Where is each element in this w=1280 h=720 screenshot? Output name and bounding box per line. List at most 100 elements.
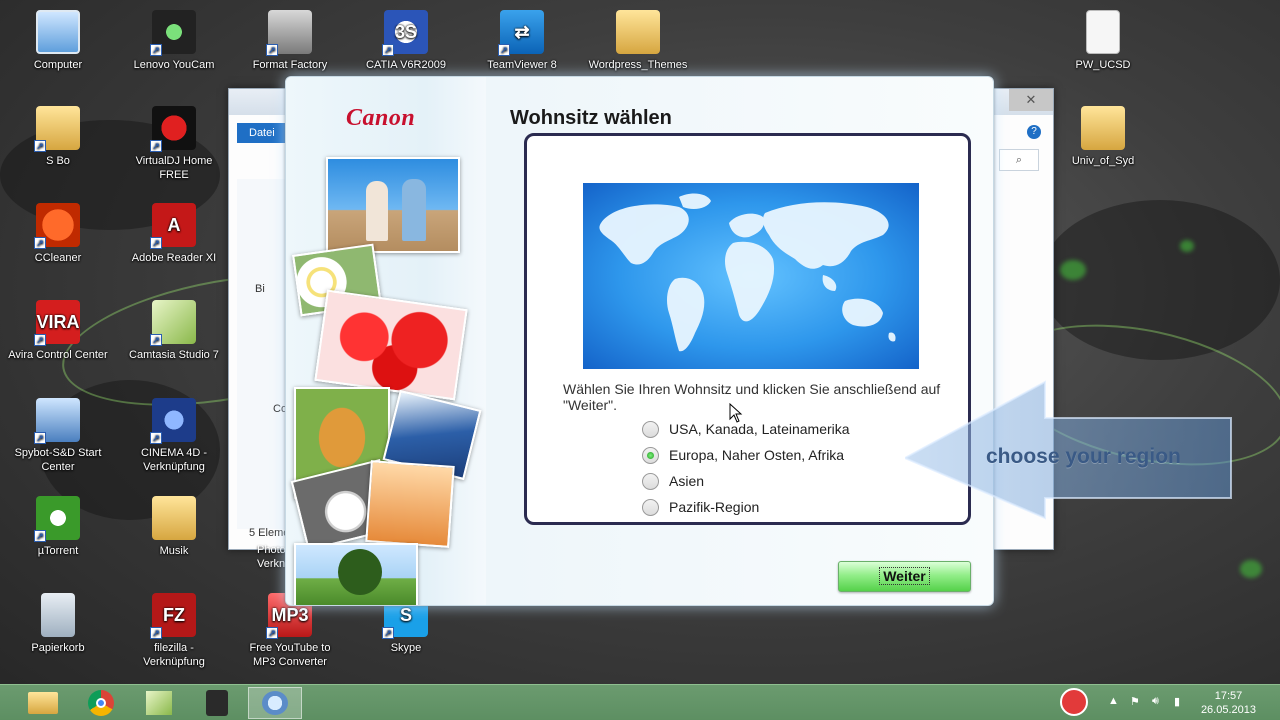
desktop-icon-adobe-reader[interactable]: A ↗ Adobe Reader XI [124,203,224,265]
page-title: Wohnsitz wählen [510,107,672,129]
desktop-icon-label: TeamViewer 8 [487,59,557,71]
partial-desktop-label: Verkn [257,558,286,570]
desktop-icon-label: Computer [33,59,83,71]
status-bar-text: 5 Eleme [249,527,290,539]
callout-text: choose your region [986,445,1181,468]
webcam-icon: ↗ [150,10,196,56]
desktop-icon-label: Musik [159,545,189,557]
taskbar-camtasia-button[interactable] [132,687,186,719]
background-splash [1240,560,1262,578]
radio-button[interactable] [642,472,659,490]
tray-flag-icon[interactable]: ⚑ [1130,695,1140,708]
recording-badge-icon[interactable] [1060,688,1088,716]
photo-tree [294,543,418,605]
navigation-pane[interactable]: Bi Co [237,179,289,529]
ribbon-tab-file[interactable]: Datei [237,123,287,143]
desktop-icon-teamviewer[interactable]: ⇄ ↗ TeamViewer 8 [472,10,572,72]
desktop-icon-camtasia[interactable]: ↗ Camtasia Studio 7 [124,300,224,362]
next-button-label: Weiter [879,567,930,585]
canon-installer-window[interactable]: Canon Wohnsitz wählen Wählen Sie Ihren W… [285,76,994,606]
instructions-text: Wählen Sie Ihren Wohnsitz und klicken Si… [563,381,941,413]
background-splash [1060,260,1086,280]
region-option-europe[interactable]: Europa, Naher Osten, Afrika [642,445,844,465]
desktop-icon-label: µTorrent [37,545,79,557]
desktop-icon-label: Papierkorb [31,642,85,654]
nav-item[interactable]: Bi [255,283,265,295]
region-option-pacific[interactable]: Pazifik-Region [642,497,759,517]
computer-icon [36,10,80,54]
tray-chevron-icon[interactable]: ▲ [1108,695,1119,707]
cinema4d-icon: ↗ [150,398,196,444]
photo-tomatoes [314,289,468,401]
region-label: Pazifik-Region [669,499,760,515]
utorrent-icon: ↗ [34,496,80,542]
taskbar-chrome-button[interactable] [74,687,128,719]
clock-time: 17:57 [1214,690,1243,702]
filezilla-icon: FZ ↗ [150,593,196,639]
chrome-icon [88,690,114,716]
photo-sunset [365,460,455,548]
tray-volume-icon[interactable]: 🔊︎ [1152,695,1159,708]
desktop-icon-cinema4d[interactable]: ↗ CINEMA 4D - Verknüpfung [124,398,224,474]
desktop-icon-ccleaner[interactable]: ↗ CCleaner [8,203,108,265]
desktop-icon-label: CINEMA 4D - Verknüpfung [140,447,207,473]
catia-icon: 3S ↗ [382,10,428,56]
mouse-cursor-icon [729,403,743,423]
search-icon[interactable]: ⌕ [999,149,1039,171]
background-splatter [1040,200,1280,360]
radio-button[interactable] [642,498,659,516]
user-folder-icon: ↗ [34,106,80,152]
desktop-icon-avira[interactable]: VIRA ↗ Avira Control Center [8,300,108,362]
world-map [583,183,919,369]
desktop-icon-catia[interactable]: 3S ↗ CATIA V6R2009 [356,10,456,72]
desktop-icon-label: filezilla - Verknüpfung [143,642,205,668]
desktop-icon-label: Free YouTube to MP3 Converter [249,642,331,668]
desktop-icon-youcam[interactable]: ↗ Lenovo YouCam [124,10,224,72]
desktop-icon-computer[interactable]: Computer [8,10,108,72]
desktop-icon-spybot[interactable]: ↗ Spybot-S&D Start Center [8,398,108,474]
next-button[interactable]: Weiter [838,561,971,592]
radio-button[interactable] [642,420,659,438]
radio-button-selected[interactable] [642,446,659,464]
adobe-reader-icon: A ↗ [150,203,196,249]
desktop-icon-label: S Bo [46,155,70,167]
virtualdj-icon: ↗ [150,106,196,152]
desktop-icon-label: Skype [390,642,422,654]
teamviewer-icon: ⇄ ↗ [498,10,544,56]
desktop-icon-s-bo[interactable]: ↗ S Bo [8,106,108,168]
region-option-asia[interactable]: Asien [642,471,704,491]
tray-network-icon[interactable]: ▮ [1174,695,1180,708]
folder-icon [616,10,660,54]
desktop-icon-pw-ucsd[interactable]: PW_UCSD [1053,10,1153,72]
desktop-icon-format-factory[interactable]: ↗ Format Factory [240,10,340,72]
desktop-icon-filezilla[interactable]: FZ ↗ filezilla - Verknüpfung [124,593,224,669]
installer-sidebar: Canon [286,77,486,605]
taskbar-installer-button[interactable] [248,687,302,719]
folder-icon [1081,106,1125,150]
desktop-icon-label: Spybot-S&D Start Center [14,447,102,473]
taskbar-clock[interactable]: 17:57 26.05.2013 [1201,689,1256,717]
help-icon[interactable]: ? [1027,125,1041,139]
desktop-icon-musik[interactable]: Musik [124,496,224,558]
recycle-bin-icon [41,593,75,637]
desktop-icon-label: Wordpress_Themes [588,59,688,71]
region-selection-panel: Wählen Sie Ihren Wohnsitz und klicken Si… [524,133,971,525]
background-splash [1180,240,1194,252]
ccleaner-icon: ↗ [34,203,80,249]
desktop-icon-utorrent[interactable]: ↗ µTorrent [8,496,108,558]
region-option-americas[interactable]: USA, Kanada, Lateinamerika [642,419,850,439]
desktop-icon-label: Univ_of_Syd [1071,155,1135,167]
explorer-close-button[interactable]: ✕ [1009,89,1053,111]
desktop-icon-label: CATIA V6R2009 [366,59,446,71]
camtasia-icon [146,691,172,715]
desktop-icon-univ-of-syd[interactable]: Univ_of_Syd [1053,106,1153,168]
camera-icon [206,690,228,716]
desktop-icon-virtualdj[interactable]: ↗ VirtualDJ Home FREE [124,106,224,182]
taskbar: ▲ ⚑ 🔊︎ ▮ 17:57 26.05.2013 [0,684,1280,720]
desktop-icon-recycle-bin[interactable]: Papierkorb [8,593,108,655]
taskbar-explorer-button[interactable] [16,687,70,719]
desktop-icon-wordpress-themes[interactable]: Wordpress_Themes [588,10,688,72]
desktop-icon-label: PW_UCSD [1075,59,1131,71]
taskbar-recorder-button[interactable] [190,687,244,719]
folder-icon [152,496,196,540]
